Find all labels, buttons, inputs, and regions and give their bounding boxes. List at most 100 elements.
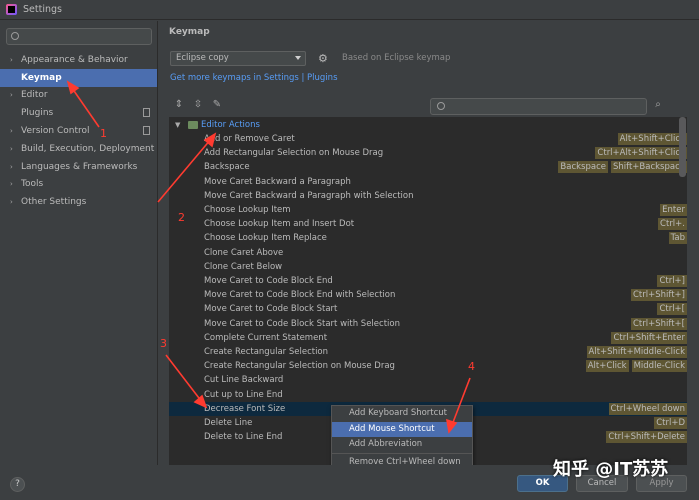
- sidebar-item-version-control[interactable]: › Version Control: [0, 122, 157, 140]
- action-row[interactable]: Choose Lookup Item Replace Tab: [169, 231, 687, 245]
- chevron-right-icon: ›: [10, 144, 13, 153]
- sidebar-item-languages-frameworks[interactable]: › Languages & Frameworks: [0, 158, 157, 176]
- shortcut-badge: Shift+Backspace: [610, 161, 687, 174]
- intellij-app-icon: [6, 4, 17, 15]
- action-row[interactable]: Create Rectangular Selection Alt+Shift+Mi…: [169, 345, 687, 359]
- tree-scrollbar[interactable]: [679, 117, 686, 177]
- shortcut-list: Tab: [668, 231, 687, 245]
- action-search-input[interactable]: [430, 98, 647, 115]
- shortcut-badge: Tab: [668, 232, 687, 245]
- chevron-right-icon: ›: [10, 180, 13, 189]
- sidebar-item-appearance-behavior[interactable]: › Appearance & Behavior: [0, 51, 157, 69]
- shortcut-badge: Ctrl+Shift+Enter: [611, 331, 687, 344]
- action-name: Move Caret to Code Block End: [204, 276, 333, 286]
- sidebar-item-editor[interactable]: › Editor: [0, 87, 157, 105]
- shortcut-badge: Alt+Shift+Middle-Click: [586, 346, 687, 358]
- based-on-label: Based on Eclipse keymap: [342, 53, 451, 63]
- settings-nav: › Appearance & Behavior Keymap › Editor Plugi…: [0, 51, 157, 211]
- action-name: Clone Caret Below: [204, 261, 283, 272]
- shortcut-list: Alt+Shift+Middle-Click: [586, 345, 687, 359]
- sidebar-item-label: Other Settings: [21, 197, 87, 208]
- action-name: Add or Remove Caret: [204, 134, 295, 144]
- shortcut-badge: Backspace: [558, 161, 608, 174]
- gear-icon[interactable]: ⚙: [318, 53, 329, 64]
- action-row[interactable]: Add or Remove Caret Alt+Shift+Click: [169, 132, 687, 146]
- shortcut-list: Ctrl+[: [657, 302, 687, 316]
- group-label: Editor Actions: [201, 120, 260, 130]
- help-button[interactable]: ?: [10, 477, 25, 492]
- shortcut-list: Ctrl+Shift+[: [630, 317, 687, 331]
- action-row[interactable]: Cut Line Backward: [169, 373, 687, 387]
- search-icon: [437, 102, 445, 110]
- shortcut-badge: Ctrl+[: [657, 303, 687, 316]
- shortcut-badge: Ctrl+D: [654, 417, 687, 429]
- action-row[interactable]: Clone Caret Above: [169, 246, 687, 260]
- action-row[interactable]: Move Caret to Code Block End Ctrl+]: [169, 274, 687, 288]
- tree-group-editor-actions[interactable]: ▼ Editor Actions: [173, 118, 687, 132]
- keymap-select-value: Eclipse copy: [176, 53, 229, 63]
- shortcut-list: Ctrl+]: [657, 274, 687, 288]
- search-icon: [11, 32, 19, 40]
- action-row[interactable]: Move Caret to Code Block End with Select…: [169, 288, 687, 302]
- menu-item-add-abbreviation[interactable]: Add Abbreviation: [332, 437, 472, 453]
- sidebar-search-input[interactable]: [6, 28, 152, 45]
- action-row[interactable]: Choose Lookup Item Enter: [169, 203, 687, 217]
- sidebar-item-plugins[interactable]: Plugins: [0, 104, 157, 122]
- annotation-label-1: 1: [100, 127, 107, 140]
- action-row[interactable]: Move Caret Backward a Paragraph: [169, 175, 687, 189]
- action-row[interactable]: Move Caret Backward a Paragraph with Sel…: [169, 189, 687, 203]
- action-name: Choose Lookup Item and Insert Dot: [204, 219, 355, 230]
- action-row[interactable]: Cut up to Line End: [169, 388, 687, 402]
- menu-item-add-keyboard-shortcut[interactable]: Add Keyboard Shortcut: [332, 406, 472, 422]
- action-row[interactable]: Move Caret to Code Block Start Ctrl+[: [169, 302, 687, 316]
- action-name: Delete to Line End: [204, 432, 283, 443]
- sidebar-item-label: Editor: [21, 90, 48, 101]
- shortcut-badge: Ctrl+.: [658, 218, 687, 231]
- action-row[interactable]: Move Caret to Code Block Start with Sele…: [169, 317, 687, 331]
- action-name: Clone Caret Above: [204, 247, 284, 258]
- action-name: Cut up to Line End: [204, 389, 283, 400]
- expand-all-icon[interactable]: ⇕: [173, 99, 185, 111]
- chevron-right-icon: ›: [10, 162, 13, 171]
- action-name: Create Rectangular Selection: [204, 347, 329, 357]
- keymap-select[interactable]: Eclipse copy: [170, 51, 306, 66]
- shortcut-list: Ctrl+Shift+]: [630, 288, 687, 302]
- title-bar: Settings: [0, 0, 699, 20]
- action-name: Decrease Font Size: [204, 403, 286, 414]
- sidebar-item-keymap[interactable]: Keymap: [0, 68, 157, 87]
- shortcut-list: Ctrl+Wheel down: [608, 402, 687, 416]
- sidebar-item-other-settings[interactable]: › Other Settings: [0, 193, 157, 211]
- sidebar-item-build-execution-deployment[interactable]: › Build, Execution, Deployment: [0, 140, 157, 158]
- chevron-right-icon: ›: [10, 127, 13, 136]
- action-row[interactable]: Clone Caret Below: [169, 260, 687, 274]
- annotation-label-2: 2: [178, 211, 185, 224]
- shortcut-list: Alt+Click Middle-Click: [585, 359, 687, 373]
- shortcut-list: Ctrl+.: [658, 217, 687, 231]
- project-scope-icon: [143, 108, 150, 118]
- action-name: Choose Lookup Item: [204, 205, 291, 215]
- shortcut-badge: Ctrl+Shift+[: [630, 317, 687, 330]
- shortcut-badge: Middle-Click: [631, 360, 687, 373]
- action-row[interactable]: Backspace Backspace Shift+Backspace: [169, 160, 687, 174]
- action-name: Create Rectangular Selection on Mouse Dr…: [204, 361, 395, 372]
- action-row[interactable]: Choose Lookup Item and Insert Dot Ctrl+.: [169, 217, 687, 231]
- collapse-all-icon[interactable]: ⇳: [192, 99, 204, 111]
- sidebar-item-label: Version Control: [21, 126, 90, 137]
- shortcut-badge: Ctrl+]: [657, 275, 687, 287]
- action-row[interactable]: Create Rectangular Selection on Mouse Dr…: [169, 359, 687, 373]
- edit-icon[interactable]: ✎: [211, 99, 223, 111]
- action-name: Move Caret to Code Block Start: [204, 304, 338, 315]
- action-name: Move Caret Backward a Paragraph: [204, 176, 351, 187]
- page-title: Keymap: [169, 27, 210, 37]
- watermark: 知乎 @IT苏苏: [553, 459, 669, 480]
- action-name: Complete Current Statement: [204, 332, 328, 343]
- menu-item-add-mouse-shortcut[interactable]: Add Mouse Shortcut: [332, 421, 472, 438]
- sidebar-item-tools[interactable]: › Tools: [0, 176, 157, 194]
- action-row[interactable]: Add Rectangular Selection on Mouse Drag C…: [169, 146, 687, 160]
- find-by-shortcut-icon[interactable]: ⌕: [652, 99, 664, 111]
- shortcut-badge: Ctrl+Alt+Shift+Click: [595, 147, 687, 160]
- action-row[interactable]: Complete Current Statement Ctrl+Shift+Ent…: [169, 331, 687, 345]
- window-title: Settings: [23, 4, 62, 15]
- settings-sidebar: › Appearance & Behavior Keymap › Editor Plugi…: [0, 21, 158, 465]
- get-more-keymaps-link[interactable]: Get more keymaps in Settings | Plugins: [170, 73, 338, 83]
